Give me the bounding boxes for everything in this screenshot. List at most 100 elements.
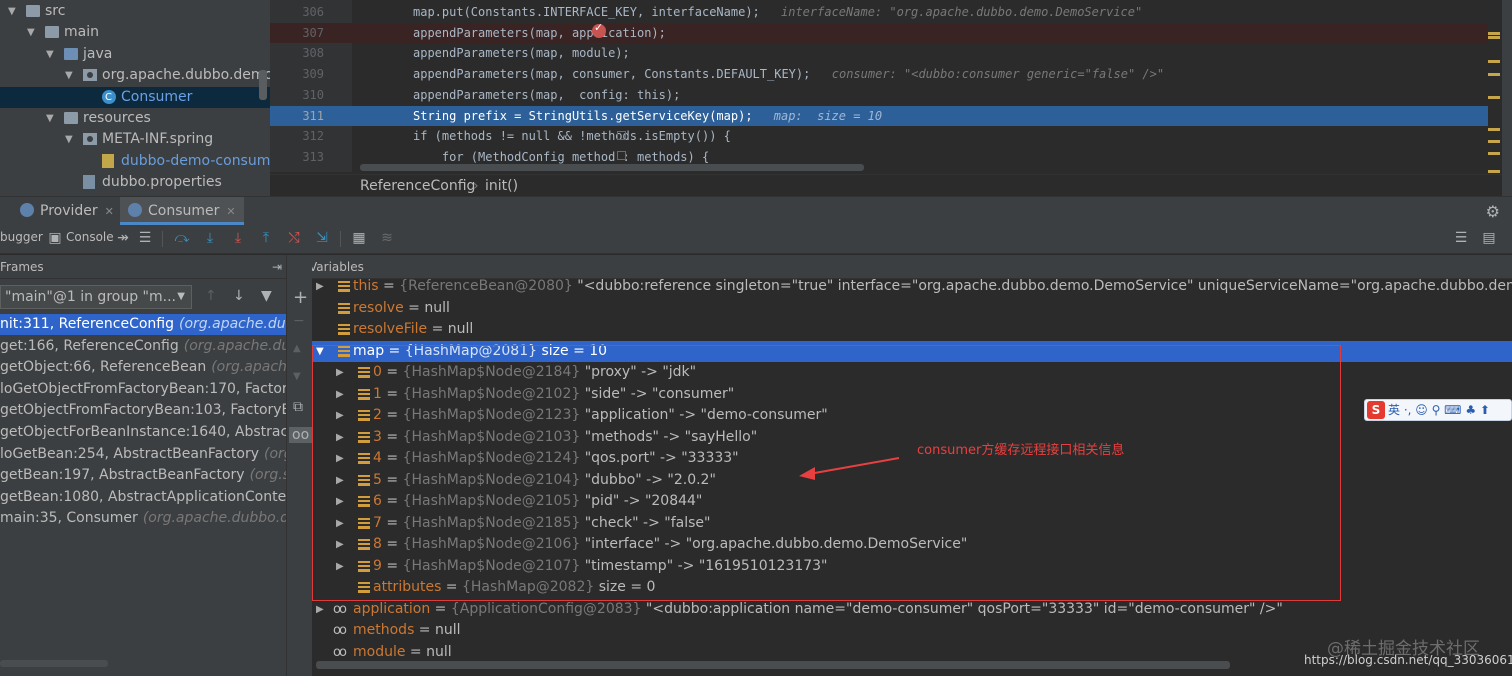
variable-name: resolve: [353, 299, 404, 316]
close-icon[interactable]: ✕: [105, 205, 114, 218]
show-watches-icon[interactable]: oo: [289, 427, 313, 443]
tab-debugger[interactable]: bugger: [0, 230, 43, 244]
drop-frame-icon[interactable]: ⤭: [285, 229, 303, 247]
tree-item[interactable]: dubbo.properties: [0, 172, 270, 193]
run-to-cursor-icon[interactable]: ⇲: [313, 229, 331, 247]
line-number: 307: [302, 25, 324, 40]
arrow-up-icon[interactable]: ↑: [205, 288, 217, 304]
frames-title: Frames: [0, 260, 44, 274]
execution-line[interactable]: 311 String prefix = StringUtils.getServic…: [270, 105, 1488, 126]
inline-debug-value: consumer: "<dubbo:consumer generic="fals…: [831, 67, 1165, 82]
editor-vertical-scrollbar[interactable]: [1502, 0, 1512, 196]
frame-row[interactable]: getBean:1080, AbstractApplicationContext…: [0, 487, 286, 508]
breadcrumb-separator: ›: [473, 178, 479, 194]
frame-package: (org.apache.dubbo.demo.c: [142, 510, 286, 527]
project-scrollbar[interactable]: [259, 70, 267, 100]
watermark-url: https://blog.csdn.net/qq_33036061: [1304, 653, 1512, 667]
pin-icon[interactable]: ⇥: [272, 255, 282, 279]
editor-horizontal-scrollbar[interactable]: [360, 164, 864, 171]
thread-select[interactable]: "main"@1 in group "m... ▼: [0, 285, 192, 309]
step-into-icon[interactable]: ⤓: [201, 229, 219, 247]
copy-icon[interactable]: ⧉: [293, 399, 303, 415]
move-up-icon[interactable]: ▲: [293, 343, 301, 354]
frame-row[interactable]: getObject:66, ReferenceBean(org.apache.d…: [0, 357, 286, 378]
restore-layout-icon[interactable]: ↠: [114, 229, 132, 247]
tree-item[interactable]: ▼ main: [0, 22, 270, 43]
move-down-icon[interactable]: ▼: [293, 371, 301, 382]
tree-item-label: dubbo-demo-consumer: [121, 152, 270, 169]
project-tree[interactable]: ▼src▼main▼java▼org.apache.dubbo.demo.coC…: [0, 0, 270, 196]
frame-package: (org.apache.dubbo.c: [183, 337, 286, 354]
tree-item[interactable]: dubbo-demo-consumer: [0, 151, 270, 172]
tab-provider[interactable]: Provider ✕: [12, 197, 122, 225]
breadcrumb-method[interactable]: init(): [485, 178, 518, 194]
code-line[interactable]: 310 appendParameters(map, config: this);: [270, 85, 1488, 105]
ime-toolbar[interactable]: S英 ·, ☺ ⚲ ⌨ ♣ ⬆: [1364, 399, 1512, 421]
layout-icon[interactable]: ☰: [1452, 229, 1470, 247]
filter-icon[interactable]: ▼: [261, 288, 272, 304]
frame-row[interactable]: getObjectForBeanInstance:1640, AbstractB…: [0, 422, 286, 443]
step-over-icon[interactable]: ⤼: [173, 229, 191, 247]
step-out-icon[interactable]: ⤒: [257, 229, 275, 247]
tree-item[interactable]: ▼ org.apache.dubbo.demo.co: [0, 65, 270, 86]
code-line[interactable]: 309 appendParameters(map, consumer, Const…: [270, 64, 1488, 84]
tab-label: Provider: [40, 203, 98, 219]
frame-row[interactable]: nit:311, ReferenceConfig(org.apache.dubb…: [0, 314, 286, 335]
restore-icon[interactable]: ▤: [1480, 229, 1498, 247]
frame-row[interactable]: main:35, Consumer(org.apache.dubbo.demo.…: [0, 508, 286, 529]
chevron-right-icon[interactable]: ▶: [316, 599, 324, 620]
frame-method: getBean:197, AbstractBeanFactory: [0, 467, 245, 484]
tree-item[interactable]: Consumer: [0, 86, 270, 108]
tree-item[interactable]: ▼ src: [0, 1, 270, 22]
tab-console[interactable]: Console: [66, 230, 114, 244]
fold-icon[interactable]: [617, 151, 626, 160]
code-line[interactable]: 312 if (methods != null && !methods.isEmp…: [270, 126, 1488, 146]
frame-row[interactable]: loGetBean:254, AbstractBeanFactory (org.s…: [0, 444, 286, 465]
close-icon[interactable]: ✕: [226, 205, 235, 218]
variable-name: resolveFile: [353, 321, 428, 337]
field-icon: [338, 281, 350, 292]
frame-row[interactable]: getObjectFromFactoryBean:103, FactoryBea…: [0, 400, 286, 421]
code-line[interactable]: 307 appendParameters(map, application);: [270, 22, 1488, 43]
ime-controls[interactable]: 英 ·, ☺ ⚲ ⌨ ♣ ⬆: [1388, 403, 1490, 417]
chevron-down-icon[interactable]: ▼: [65, 65, 79, 86]
frames-scrollbar[interactable]: [0, 660, 108, 667]
chevron-down-icon[interactable]: ▼: [46, 44, 60, 65]
variable-row[interactable]: resolve = null: [312, 298, 1512, 319]
gear-icon[interactable]: ⚙: [1486, 202, 1500, 221]
trace-icon[interactable]: ≋: [378, 229, 396, 247]
variable-row[interactable]: ▶ oo application = {ApplicationConfig@2083…: [312, 599, 1512, 620]
code-line[interactable]: 308 appendParameters(map, module);: [270, 43, 1488, 63]
evaluate-expression-icon[interactable]: ▦: [350, 229, 368, 247]
arrow-down-icon[interactable]: ↓: [233, 288, 245, 304]
force-step-into-icon[interactable]: ⤓: [229, 229, 247, 247]
variable-row[interactable]: ▶ this = {ReferenceBean@2080} "<dubbo:ref…: [312, 276, 1512, 297]
variables-scrollbar[interactable]: [316, 661, 1230, 669]
variable-row[interactable]: resolveFile = null: [312, 319, 1512, 340]
code-editor[interactable]: 306 map.put(Constants.INTERFACE_KEY, inte…: [270, 0, 1512, 196]
error-stripe[interactable]: [1486, 0, 1502, 174]
remove-watch-icon[interactable]: −: [293, 313, 305, 329]
variables-side-toolbar: + − ▲ ▼ ⧉ oo: [286, 255, 313, 676]
annotation-text: consumer方缓存远程接口相关信息: [917, 443, 1125, 458]
breakpoint-icon[interactable]: [592, 21, 606, 38]
code-line[interactable]: 306 map.put(Constants.INTERFACE_KEY, inte…: [270, 2, 1488, 22]
ime-logo-icon[interactable]: S: [1367, 401, 1385, 419]
tree-item[interactable]: ▼ META-INF.spring: [0, 129, 270, 150]
chevron-down-icon[interactable]: ▼: [27, 22, 41, 43]
frame-row[interactable]: get:166, ReferenceConfig(org.apache.dubb…: [0, 336, 286, 357]
folder-icon: [45, 26, 59, 39]
fold-icon[interactable]: [617, 131, 626, 140]
chevron-down-icon[interactable]: ▼: [46, 108, 60, 129]
chevron-down-icon[interactable]: ▼: [8, 1, 22, 22]
add-watch-icon[interactable]: +: [293, 287, 308, 308]
tab-consumer[interactable]: Consumer ✕: [120, 197, 244, 225]
chevron-down-icon[interactable]: ▼: [65, 129, 79, 150]
show-execution-point-icon[interactable]: ☰: [136, 229, 154, 247]
frame-row[interactable]: getBean:197, AbstractBeanFactory(org.spr…: [0, 465, 286, 486]
breadcrumb-class[interactable]: ReferenceConfig: [360, 178, 475, 194]
frame-row[interactable]: loGetObjectFromFactoryBean:170, FactoryB…: [0, 379, 286, 400]
tree-item[interactable]: ▼ java: [0, 44, 270, 65]
chevron-right-icon[interactable]: ▶: [316, 276, 324, 297]
tree-item[interactable]: ▼ resources: [0, 108, 270, 129]
